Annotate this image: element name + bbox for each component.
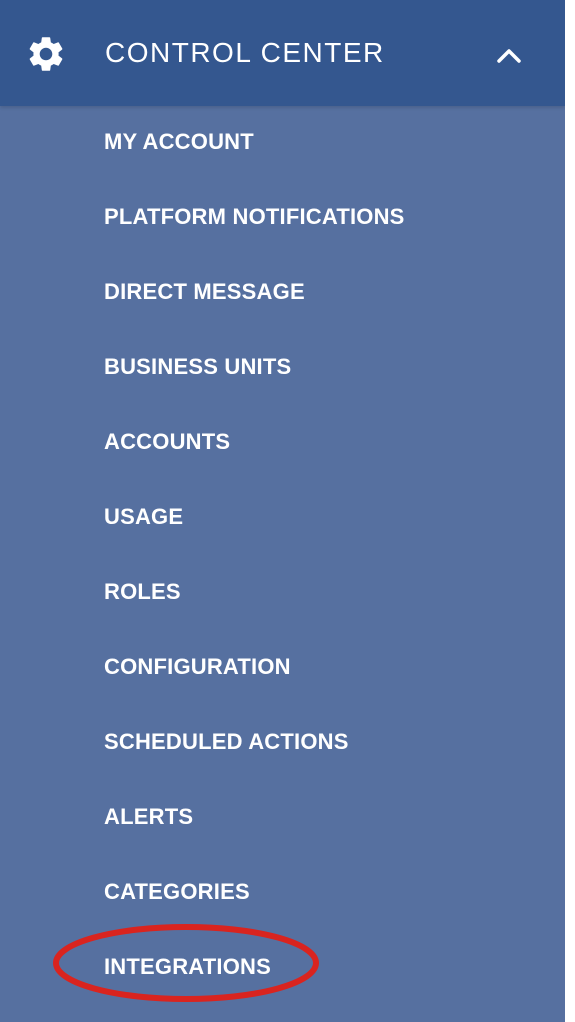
chevron-up-icon[interactable] [495,45,523,65]
menu-item-usage[interactable]: USAGE [104,500,183,534]
menu-item-my-account[interactable]: MY ACCOUNT [104,125,254,159]
menu-item-scheduled-actions[interactable]: SCHEDULED ACTIONS [104,725,349,759]
menu-item-categories[interactable]: CATEGORIES [104,875,250,909]
menu-item-business-units[interactable]: BUSINESS UNITS [104,350,291,384]
menu-item-direct-message[interactable]: DIRECT MESSAGE [104,275,305,309]
gear-icon [29,37,63,71]
control-center-sidebar: CONTROL CENTER MY ACCOUNT PLATFORM NOTIF… [0,0,565,1022]
control-center-header[interactable]: CONTROL CENTER [0,0,565,106]
menu-item-configuration[interactable]: CONFIGURATION [104,650,291,684]
menu-item-integrations[interactable]: INTEGRATIONS [104,950,271,984]
menu-item-accounts[interactable]: ACCOUNTS [104,425,230,459]
control-center-title: CONTROL CENTER [105,37,385,68]
page-background [565,0,575,1022]
menu-item-alerts[interactable]: ALERTS [104,800,193,834]
menu-item-platform-notifications[interactable]: PLATFORM NOTIFICATIONS [104,200,405,234]
menu-item-roles[interactable]: ROLES [104,575,181,609]
